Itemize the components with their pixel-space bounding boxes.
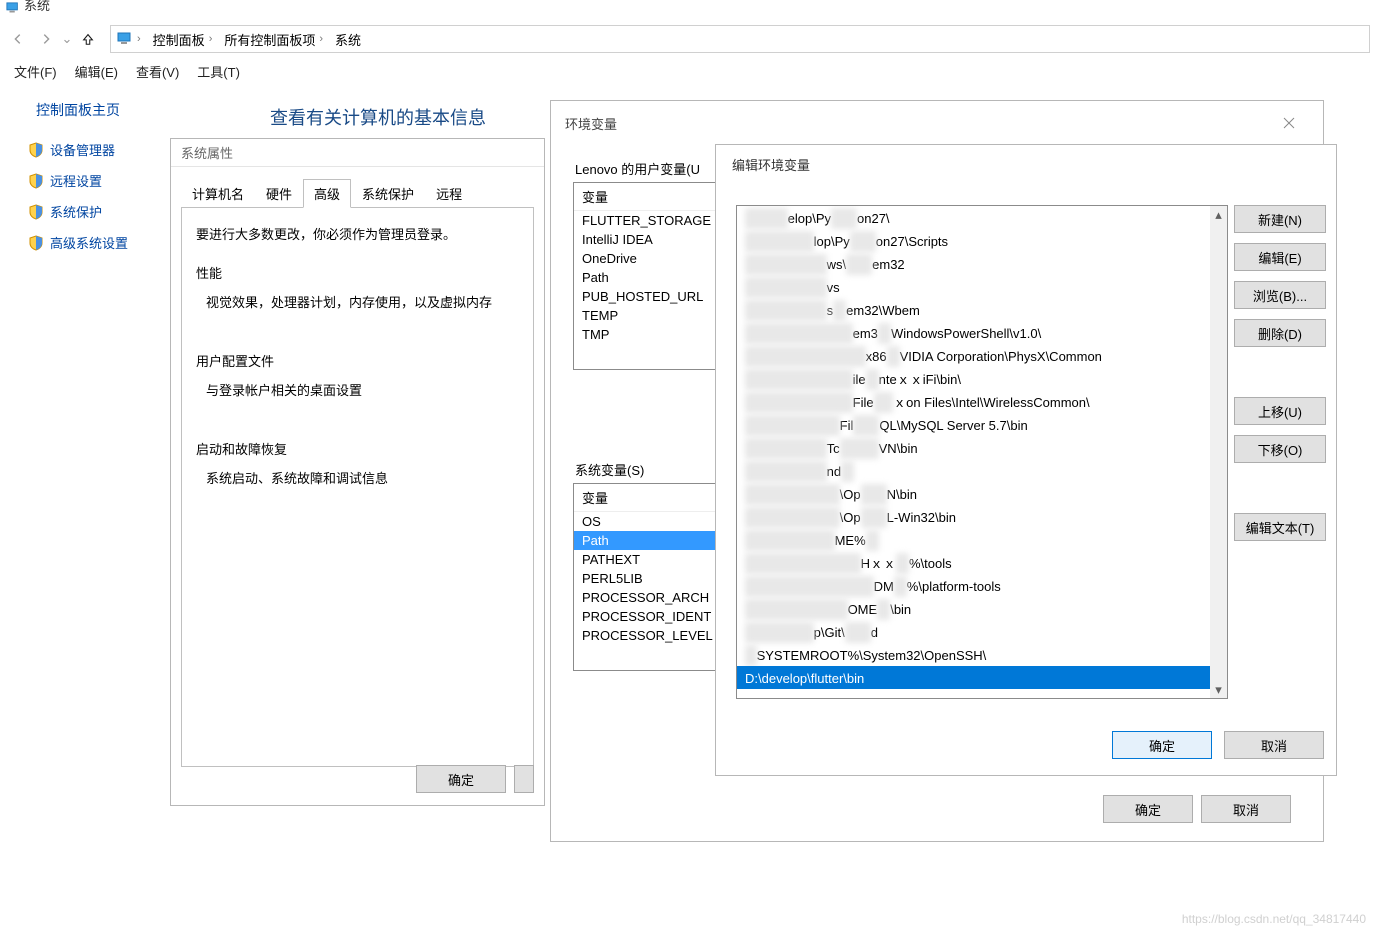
- ok-button[interactable]: 确定: [416, 765, 506, 793]
- path-entry[interactable]: %ｘｘｘｘｘｘｘOMEｘ\bin: [737, 597, 1227, 620]
- system-properties-dialog: 系统属性 计算机名硬件高级系统保护远程 要进行大多数更改，你必须作为管理员登录。…: [170, 138, 545, 806]
- watermark: https://blog.csdn.net/qq_34817440: [1182, 912, 1366, 926]
- address-bar[interactable]: › 控制面板› 所有控制面板项› 系统: [110, 25, 1370, 53]
- edittext-button[interactable]: 编辑文本(T): [1234, 513, 1326, 541]
- path-entry[interactable]: D:\ｘｘｘｘlop\Pyｘｘon27\Scripts: [737, 229, 1227, 252]
- ok-button[interactable]: 确定: [1103, 795, 1193, 823]
- tab-1[interactable]: 硬件: [255, 179, 303, 208]
- path-entry-selected[interactable]: D:\develop\flutter\bin: [737, 666, 1227, 689]
- section-label: 性能: [196, 263, 519, 282]
- explorer-navrow: ⌄ › 控制面板› 所有控制面板项› 系统: [0, 18, 1374, 60]
- window-title-text: 系统: [24, 0, 50, 14]
- window-titlebar: 系统: [0, 0, 1374, 14]
- new-button[interactable]: 新建(N): [1234, 205, 1326, 233]
- section-desc: 系统启动、系统故障和调试信息: [196, 464, 519, 527]
- sidebar-link-2[interactable]: 系统保护: [28, 196, 166, 227]
- path-entry[interactable]: %ｘｘｘｘｘｘｘｘHｘｘｘ%\tools: [737, 551, 1227, 574]
- path-entry[interactable]: C:\ｘｘｘｘｘｘｘｘx86ｘVIDIA Corporation\PhysX\C…: [737, 344, 1227, 367]
- ok-button[interactable]: 确定: [1112, 731, 1212, 759]
- path-entry[interactable]: C:\ｘｘｘｘｘｘｘileｘnteｘｘiFi\bin\: [737, 367, 1227, 390]
- browse-button[interactable]: 浏览(B)...: [1234, 281, 1326, 309]
- path-entry[interactable]: D:\ｘｘｘｘp\Git\ｘｘd: [737, 620, 1227, 643]
- sidebar-link-label: 高级系统设置: [50, 233, 128, 252]
- sidebar-link-label: 远程设置: [50, 171, 102, 190]
- scrollbar[interactable]: ▴ ▾: [1210, 206, 1227, 698]
- next-button-partial[interactable]: [514, 765, 534, 793]
- path-entry[interactable]: C:\ｘｘｘｘｘｘｘFileｘcｘon Files\Intel\Wireless…: [737, 390, 1227, 413]
- tab-0[interactable]: 计算机名: [181, 179, 255, 208]
- tab-2[interactable]: 高级: [303, 179, 351, 208]
- menu-edit[interactable]: 编辑(E): [75, 62, 118, 81]
- page-title: 查看有关计算机的基本信息: [270, 104, 486, 130]
- tab-strip: 计算机名硬件高级系统保护远程: [181, 179, 534, 208]
- control-panel-sidebar: 控制面板主页 设备管理器远程设置系统保护高级系统设置: [0, 90, 170, 258]
- close-icon[interactable]: [1269, 111, 1309, 135]
- sidebar-link-1[interactable]: 远程设置: [28, 165, 166, 196]
- shield-icon: [28, 204, 44, 220]
- scroll-up-icon[interactable]: ▴: [1210, 206, 1227, 223]
- menu-file[interactable]: 文件(F): [14, 62, 57, 81]
- sidebar-link-0[interactable]: 设备管理器: [28, 134, 166, 165]
- scroll-down-icon[interactable]: ▾: [1210, 681, 1227, 698]
- section-desc: 视觉效果，处理器计划，内存使用，以及虚拟内存: [196, 288, 519, 351]
- sidebar-header[interactable]: 控制面板主页: [36, 100, 166, 120]
- menu-bar: 文件(F) 编辑(E) 查看(V) 工具(T): [0, 56, 1374, 86]
- path-entry[interactable]: C:\ｘｘｘｘｘｘFilｘｘQL\MySQL Server 5.7\bin: [737, 413, 1227, 436]
- admin-note: 要进行大多数更改，你必须作为管理员登录。: [196, 224, 519, 243]
- path-entry[interactable]: C:\ｘｘｘｘｘndｘ: [737, 459, 1227, 482]
- up-button[interactable]: [74, 25, 102, 53]
- sidebar-link-label: 设备管理器: [50, 140, 115, 159]
- tab-4[interactable]: 远程: [425, 179, 473, 208]
- moveup-button[interactable]: 上移(U): [1234, 397, 1326, 425]
- tab-3[interactable]: 系统保护: [351, 179, 425, 208]
- menu-view[interactable]: 查看(V): [136, 62, 179, 81]
- dialog-title: 环境变量: [565, 114, 617, 133]
- shield-icon: [28, 142, 44, 158]
- section-desc: 与登录帐户相关的桌面设置: [196, 376, 519, 439]
- section-label: 用户配置文件: [196, 351, 519, 370]
- path-entry[interactable]: D:\ｘｘelop\Pyｘｘon27\: [737, 206, 1227, 229]
- tab-panel: 要进行大多数更改，你必须作为管理员登录。 性能视觉效果，处理器计划，内存使用，以…: [181, 207, 534, 767]
- path-entry[interactable]: C:\ｘｘｘｘｘws\ｘｘem32: [737, 252, 1227, 275]
- breadcrumb-0[interactable]: 控制面板: [153, 30, 205, 49]
- path-entry[interactable]: C:\ｘｘｘｘｘsｘem32\Wbem: [737, 298, 1227, 321]
- movedown-button[interactable]: 下移(O): [1234, 435, 1326, 463]
- edit-button[interactable]: 编辑(E): [1234, 243, 1326, 271]
- delete-button[interactable]: 删除(D): [1234, 319, 1326, 347]
- path-entry[interactable]: %SYSTEMROOT%\System32\OpenSSH\: [737, 643, 1227, 666]
- monitor-icon: [6, 2, 20, 14]
- breadcrumb-1[interactable]: 所有控制面板项: [224, 30, 315, 49]
- path-entry[interactable]: C:\ｘｘｘｘｘvs: [737, 275, 1227, 298]
- shield-icon: [28, 173, 44, 189]
- monitor-icon: [117, 32, 133, 46]
- sidebar-link-label: 系统保护: [50, 202, 102, 221]
- path-entry[interactable]: C:\ｘｘｘｘｘｘｘem3ｘWindowsPowerShell\v1.0\: [737, 321, 1227, 344]
- edit-env-variable-dialog: 编辑环境变量 D:\ｘｘelop\Pyｘｘon27\D:\ｘｘｘｘlop\Pyｘ…: [715, 144, 1337, 776]
- shield-icon: [28, 235, 44, 251]
- forward-button[interactable]: [32, 25, 60, 53]
- path-entry[interactable]: %ｘｘｘｘｘｘME%ｘ: [737, 528, 1227, 551]
- cancel-button[interactable]: 取消: [1224, 731, 1324, 759]
- menu-tools[interactable]: 工具(T): [197, 62, 240, 81]
- path-entry[interactable]: D:\ｘｘｘｘｘｘ\OpｘｘN\bin: [737, 482, 1227, 505]
- sidebar-link-3[interactable]: 高级系统设置: [28, 227, 166, 258]
- path-entries-list[interactable]: D:\ｘｘelop\Pyｘｘon27\D:\ｘｘｘｘlop\Pyｘｘon27\S…: [736, 205, 1228, 699]
- path-entry[interactable]: D:\ｘｘｘｘｘｘ\OpｘｘL-Win32\bin: [737, 505, 1227, 528]
- dialog-title: 系统属性: [171, 139, 544, 167]
- path-entry[interactable]: %ｘｘｘｘｘｘｘｘｘDMｘ%\platform-tools: [737, 574, 1227, 597]
- path-entry[interactable]: C:\ｘｘｘｘｘTcｘｘｘVN\bin: [737, 436, 1227, 459]
- section-label: 启动和故障恢复: [196, 439, 519, 458]
- cancel-button[interactable]: 取消: [1201, 795, 1291, 823]
- recent-dropdown[interactable]: ⌄: [60, 31, 74, 47]
- breadcrumb-2[interactable]: 系统: [335, 30, 361, 49]
- dialog-title: 编辑环境变量: [716, 145, 1336, 192]
- back-button[interactable]: [4, 25, 32, 53]
